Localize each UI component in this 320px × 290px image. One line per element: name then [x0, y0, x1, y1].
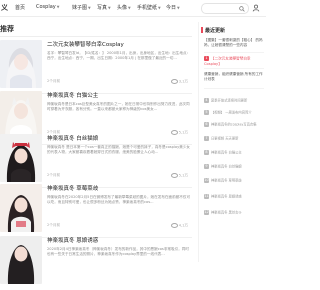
sidebar-item-label: 【视频】 一周发布内容简介: [211, 110, 252, 115]
nav-item-label: 首页: [15, 5, 26, 11]
post-item[interactable]: 神楽坂真冬 恩娘诱惑 2020年2月4日神楽坂真冬（神楽坂真冬）发布的新作品，其…: [0, 236, 192, 290]
view-count: 5,1万: [178, 173, 188, 178]
nav-item-wallpaper[interactable]: 手机壁纸▼: [137, 4, 161, 11]
accent-bar: [201, 27, 203, 33]
post-date: 2个月前: [47, 173, 61, 177]
sidebar-item-label: 神楽坂真冬 白猫公主: [211, 150, 242, 155]
nav-item-cosplay[interactable]: Cosplay▼: [36, 4, 59, 10]
top-nav: 义 首页 Cosplay▼ 妹子图▼ 写真▼ 头像▼ 手机壁纸▼ 今日▼: [0, 0, 266, 17]
nav-item-home[interactable]: 首页: [15, 4, 25, 11]
sidebar-item-label: 神楽坂真冬 草莓菜歧: [211, 178, 242, 183]
search-input[interactable]: [201, 3, 249, 14]
post-item[interactable]: 二次元女装攀智琴白幸Cosplay 名字：攀智琴白发Id，【ID/姓名：】 20…: [0, 40, 192, 94]
post-views: 3,1万: [170, 79, 188, 85]
sidebar-item-label: 夏季开放式连续时间更新: [211, 98, 248, 103]
view-count: 4,1万: [178, 223, 188, 228]
divider: [0, 36, 192, 37]
sidebar-item-label: 神楽坂真冬 恩娘诱惑: [211, 194, 242, 199]
post-excerpt: 神楽坂真冬 是日本第一个cos一套真正的猫娘，她是个可爱的妹子，真冬是cospl…: [47, 145, 191, 155]
eye-icon: [170, 173, 178, 178]
user-icon[interactable]: [252, 4, 260, 12]
chevron-down-icon: ▼: [158, 6, 161, 10]
sidebar-item-label: 神楽坂真冬的cosplay写真合集: [211, 122, 257, 127]
rank-badge: 9: [204, 164, 209, 169]
nav-item-xiezhen[interactable]: 写真▼: [97, 4, 111, 11]
site-logo[interactable]: 义: [1, 3, 8, 13]
nav-item-label: 头像: [117, 5, 128, 11]
sidebar-item[interactable]: 6 神楽坂真冬的cosplay写真合集: [204, 122, 266, 128]
nav-item-label: 手机壁纸: [137, 5, 158, 11]
post-date: 2个月前: [47, 223, 61, 227]
nav-item-today[interactable]: 今日▼: [166, 4, 180, 11]
view-count: 3,1万: [178, 79, 188, 84]
sidebar-item[interactable]: 7 日更视频 天天更新: [204, 136, 266, 142]
sidebar-item[interactable]: 5 【视频】 一周发布内容简介: [204, 110, 266, 116]
post-excerpt: 神楽坂真冬在2020年2月5日在微博发布了最新草莓菜歧的图片，她在发布在面前都不…: [47, 195, 191, 205]
sidebar-item-label: 神楽坂真冬 黑丝女仆: [211, 210, 242, 215]
rank-badge: 7: [204, 136, 209, 141]
post-title[interactable]: 二次元女装攀智琴白幸Cosplay: [47, 40, 192, 48]
post-title[interactable]: 神楽坂真冬 白丝猫娘: [47, 134, 192, 142]
divider: [204, 68, 264, 69]
sidebar-item[interactable]: 12 神楽坂真冬 黑丝女仆: [204, 210, 266, 216]
post-title[interactable]: 神楽坂真冬 白猫公主: [47, 91, 192, 99]
sidebar-title: 最近更新: [205, 28, 226, 34]
rank-badge: 1: [204, 56, 209, 61]
sidebar-item[interactable]: 10 神楽坂真冬 草莓菜歧: [204, 178, 266, 184]
rank-badge: 12: [204, 210, 209, 215]
search-icon[interactable]: [239, 5, 245, 12]
rank-badge: 5: [204, 110, 209, 115]
rank-badge: 6: [204, 122, 209, 127]
post-excerpt: 2020年2月4日神楽坂真冬（神楽坂真冬）发布的新作品，其中的恩娘cos非常吸引…: [47, 247, 189, 257]
nav-item-label: 今日: [166, 5, 177, 11]
sidebar-item-label: 日更视频 天天更新: [211, 136, 239, 141]
sidebar-item[interactable]: 9 神楽坂真冬 白丝猫娘: [204, 164, 266, 170]
post-views: 4,1万: [170, 223, 188, 229]
rank-badge: 4: [204, 98, 209, 103]
post-date: 2个月前: [47, 79, 61, 83]
section-title: 推荐: [0, 25, 14, 33]
chevron-down-icon: ▼: [177, 6, 180, 10]
sidebar-item-label: 【二次元女装攀智琴白幸Cosplay】: [204, 56, 251, 66]
chevron-down-icon: ▼: [108, 6, 111, 10]
chevron-down-icon: ▼: [128, 6, 131, 10]
divider: [204, 52, 264, 53]
post-thumbnail[interactable]: [0, 91, 42, 139]
divider: [204, 88, 264, 89]
sidebar-item[interactable]: 11 神楽坂真冬 恩娘诱惑: [204, 194, 266, 200]
sidebar-item[interactable]: 8 神楽坂真冬 白猫公主: [204, 150, 266, 156]
sidebar-item[interactable]: 【图集】一套很刺激的【粗心】 的妈妈，让她很清楚的一些内容: [204, 38, 266, 48]
post-thumbnail[interactable]: [0, 40, 42, 88]
sidebar-item-label: 神楽坂真冬 白丝猫娘: [211, 164, 242, 169]
post-item[interactable]: 神楽坂真冬 草莓菜歧 神楽坂真冬在2020年2月5日在微博发布了最新草莓菜歧的图…: [0, 184, 192, 238]
nav-item-avatar[interactable]: 头像▼: [117, 4, 131, 11]
post-thumbnail[interactable]: [0, 134, 42, 182]
nav-item-label: 妹子图: [72, 5, 88, 11]
rank-badge: 10: [204, 178, 209, 183]
post-item[interactable]: 神楽坂真冬 白丝猫娘 神楽坂真冬 是日本第一个cos一套真正的猫娘，她是个可爱的…: [0, 134, 192, 188]
post-thumbnail[interactable]: [0, 236, 42, 284]
post-title[interactable]: 神楽坂真冬 草莓菜歧: [47, 184, 192, 192]
eye-icon: [170, 79, 178, 84]
chevron-down-icon: ▼: [88, 6, 91, 10]
eye-icon: [170, 223, 178, 228]
chevron-down-icon: ▼: [56, 5, 60, 9]
post-thumbnail[interactable]: [0, 184, 42, 232]
nav-item-meizitu[interactable]: 妹子图▼: [72, 4, 91, 11]
post-views: 5,1万: [170, 173, 188, 179]
post-excerpt: 名字：攀智琴白发Id，【ID/姓名：】 2000年1月，出身，出身地区，出生地：…: [47, 51, 191, 61]
sidebar-item[interactable]: 4 夏季开放式连续时间更新: [204, 98, 266, 104]
sidebar-item[interactable]: 健康营销，组织健康营销 所有的工作计划表: [204, 72, 266, 82]
rank-badge: 11: [204, 194, 209, 199]
sidebar-item-label: 【图集】一套很刺激的【粗心】 的妈妈，让她很清楚的一些内容: [204, 38, 263, 47]
nav-item-label: Cosplay: [36, 4, 56, 10]
post-title[interactable]: 神楽坂真冬 恩娘诱惑: [47, 236, 192, 244]
rank-badge: 8: [204, 150, 209, 155]
sidebar-item-label: 健康营销，组织健康营销 所有的工作计划表: [204, 72, 263, 81]
post-excerpt: 神楽坂真冬是日本cos巨型美女真冬的图片之一，她在日常中也特别作出努力改进，此次…: [47, 102, 190, 112]
sidebar-item[interactable]: 1 【二次元女装攀智琴白幸Cosplay】: [204, 56, 266, 66]
sidebar: 最近更新 【图集】一套很刺激的【粗心】 的妈妈，让她很清楚的一些内容 1 【二次元…: [198, 22, 267, 262]
nav-item-label: 写真: [97, 5, 108, 11]
